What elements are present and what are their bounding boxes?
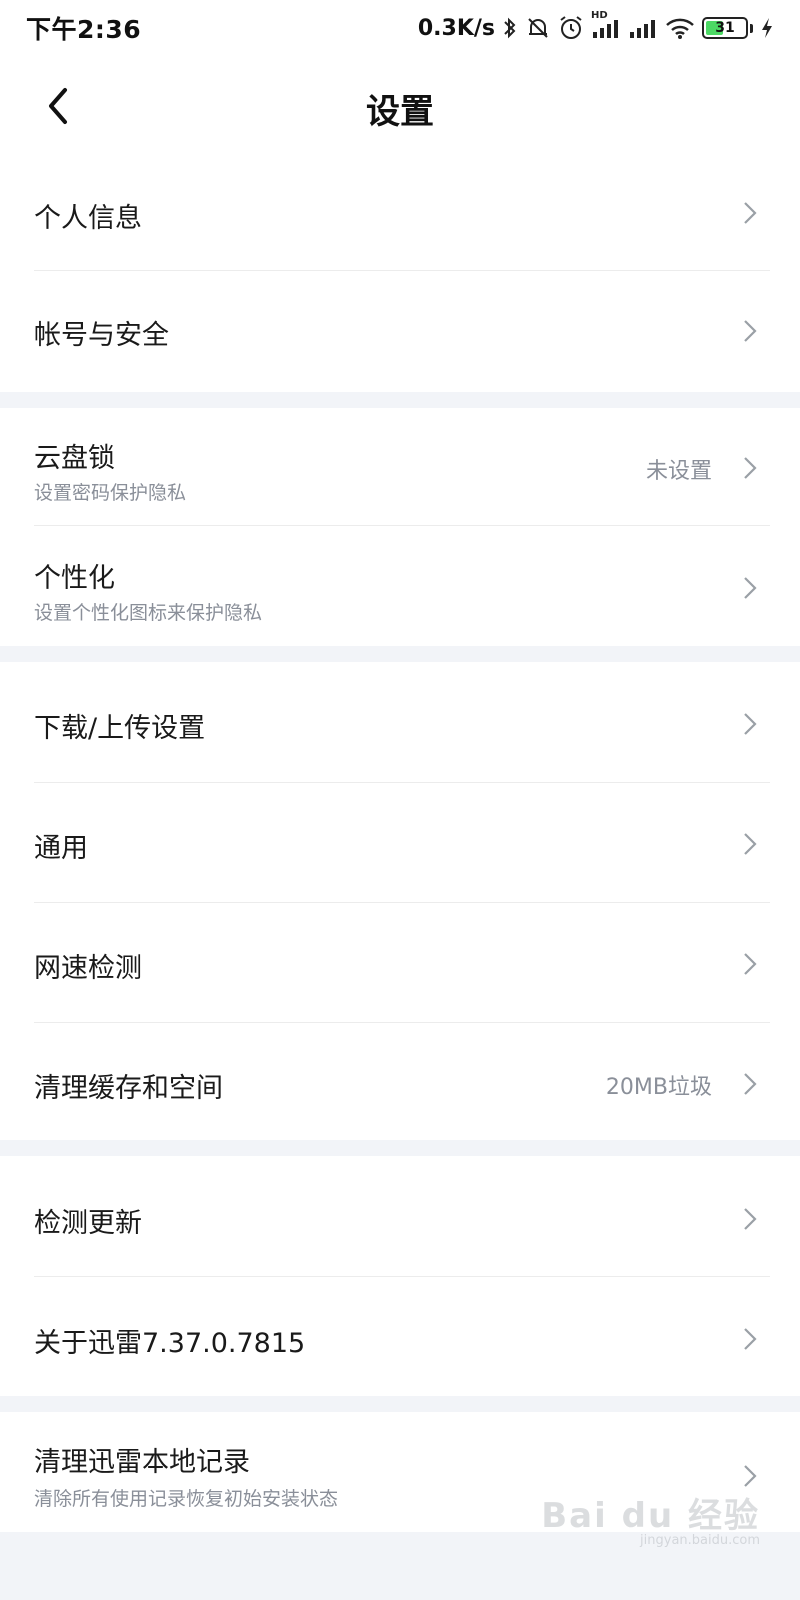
settings-item-title: 帐号与安全 xyxy=(34,320,169,351)
chevron-right-icon xyxy=(740,1205,760,1233)
watermark-logo: Bai du 经验 xyxy=(541,1496,760,1536)
settings-item-clear-cache[interactable]: 清理缓存和空间 20MB垃圾 xyxy=(0,1023,800,1140)
charging-icon xyxy=(760,17,774,39)
status-icons: 0.3K/s HD 31 xyxy=(417,10,774,41)
watermark: Bai du 经验 jingyan.baidu.com xyxy=(541,1488,760,1548)
settings-group-general: 下载/上传设置 通用 网速检测 清理缓存和空间 20MB垃圾 xyxy=(0,662,800,1140)
page-title: 设置 xyxy=(366,92,434,132)
settings-item-title: 清理迅雷本地记录 xyxy=(34,1447,250,1478)
settings-item-title: 个性化 xyxy=(34,563,115,594)
signal-hd-label: HD xyxy=(591,10,608,21)
status-bar: 下午2:36 0.3K/s HD 31 xyxy=(0,0,800,56)
settings-group-profile: 个人信息 帐号与安全 xyxy=(0,156,800,392)
settings-item-value: 未设置 xyxy=(645,459,712,484)
settings-item-general[interactable]: 通用 xyxy=(0,783,800,902)
settings-item-personal-info[interactable]: 个人信息 xyxy=(0,156,800,270)
chevron-right-icon xyxy=(740,1325,760,1353)
settings-item-cloud-lock[interactable]: 云盘锁 设置密码保护隐私 未设置 xyxy=(0,408,800,525)
settings-group-about: 检测更新 关于迅雷7.37.0.7815 xyxy=(0,1156,800,1396)
status-time: 下午2:36 xyxy=(26,15,142,44)
settings-item-about[interactable]: 关于迅雷7.37.0.7815 xyxy=(0,1277,800,1396)
settings-item-title: 个人信息 xyxy=(34,203,142,234)
chevron-right-icon xyxy=(740,830,760,858)
settings-item-subtitle: 设置个性化图标来保护隐私 xyxy=(34,602,263,624)
settings-item-account-security[interactable]: 帐号与安全 xyxy=(0,271,800,392)
network-speed: 0.3K/s xyxy=(417,15,495,41)
settings-item-title: 云盘锁 xyxy=(34,443,115,474)
settings-item-title: 网速检测 xyxy=(34,953,142,984)
settings-item-personalization[interactable]: 个性化 设置个性化图标来保护隐私 xyxy=(0,526,800,646)
signal-icon xyxy=(628,16,658,40)
chevron-right-icon xyxy=(740,574,760,602)
chevron-right-icon xyxy=(740,950,760,978)
chevron-right-icon xyxy=(740,1070,760,1098)
chevron-right-icon xyxy=(740,199,760,227)
settings-item-subtitle: 清除所有使用记录恢复初始安装状态 xyxy=(34,1488,339,1510)
settings-item-transfer-settings[interactable]: 下载/上传设置 xyxy=(0,662,800,782)
settings-item-value: 20MB垃圾 xyxy=(605,1075,712,1100)
settings-item-subtitle: 设置密码保护隐私 xyxy=(34,482,187,504)
settings-item-title: 清理缓存和空间 xyxy=(34,1073,223,1104)
settings-item-title: 关于迅雷7.37.0.7815 xyxy=(34,1328,306,1359)
alarm-icon xyxy=(558,15,584,41)
battery-tip xyxy=(750,23,753,33)
bluetooth-icon xyxy=(502,16,518,40)
signal-hd-icon: HD xyxy=(591,10,621,40)
chevron-right-icon xyxy=(740,710,760,738)
settings-item-title: 检测更新 xyxy=(34,1208,142,1239)
chevron-right-icon xyxy=(740,454,760,482)
settings-item-check-update[interactable]: 检测更新 xyxy=(0,1156,800,1276)
chevron-right-icon xyxy=(740,1462,760,1490)
battery-level: 31 xyxy=(715,20,735,36)
chevron-right-icon xyxy=(740,317,760,345)
settings-item-title: 下载/上传设置 xyxy=(34,713,206,744)
settings-item-speed-test[interactable]: 网速检测 xyxy=(0,903,800,1022)
wifi-icon xyxy=(665,16,695,40)
settings-item-title: 通用 xyxy=(34,833,88,864)
settings-group-privacy: 云盘锁 设置密码保护隐私 未设置 个性化 设置个性化图标来保护隐私 xyxy=(0,408,800,646)
mute-bell-icon xyxy=(525,16,551,40)
header: 设置 xyxy=(0,56,800,156)
battery-icon: 31 xyxy=(702,17,748,39)
